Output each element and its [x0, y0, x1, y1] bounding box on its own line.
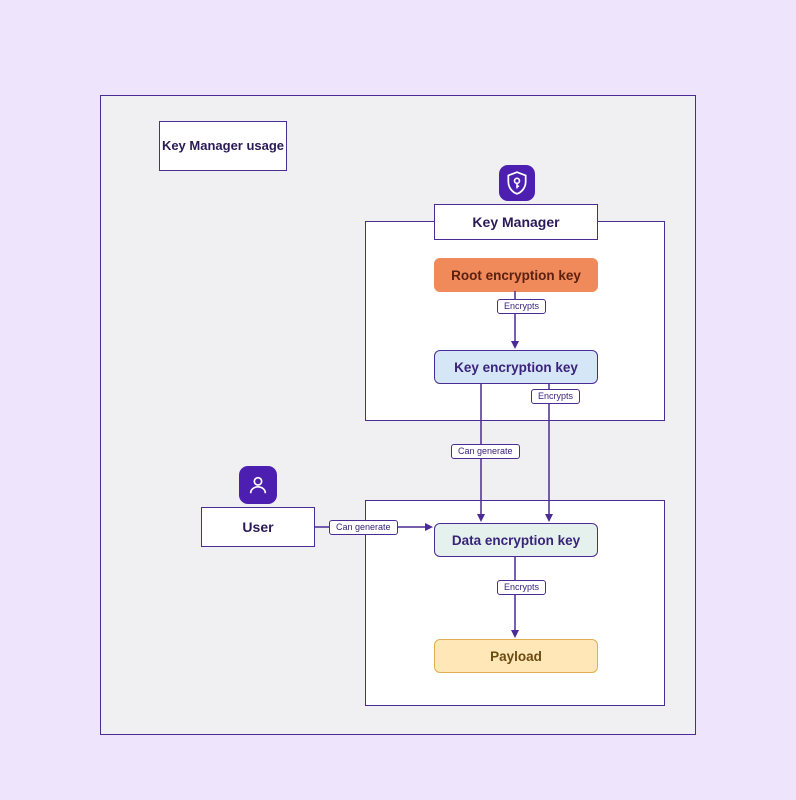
- edge-label-encrypts-2: Encrypts: [531, 389, 580, 404]
- payload-node: Payload: [434, 639, 598, 673]
- edge-label-encrypts-1: Encrypts: [497, 299, 546, 314]
- user-icon: [239, 466, 277, 504]
- diagram-title: Key Manager usage: [159, 121, 287, 171]
- edge-label-can-generate-1: Can generate: [451, 444, 520, 459]
- key-manager-label: Key Manager: [434, 204, 598, 240]
- diagram-frame: Key Manager usage Key Manager Root encry…: [100, 95, 696, 735]
- data-payload-group: Data encryption key Payload: [365, 500, 665, 706]
- key-manager-group: Key Manager Root encryption key Key encr…: [365, 221, 665, 421]
- user-group: User: [201, 507, 315, 547]
- data-encryption-key-node: Data encryption key: [434, 523, 598, 557]
- key-manager-icon: [499, 165, 535, 201]
- root-encryption-key-node: Root encryption key: [434, 258, 598, 292]
- edge-label-encrypts-3: Encrypts: [497, 580, 546, 595]
- key-encryption-key-node: Key encryption key: [434, 350, 598, 384]
- edge-label-can-generate-2: Can generate: [329, 520, 398, 535]
